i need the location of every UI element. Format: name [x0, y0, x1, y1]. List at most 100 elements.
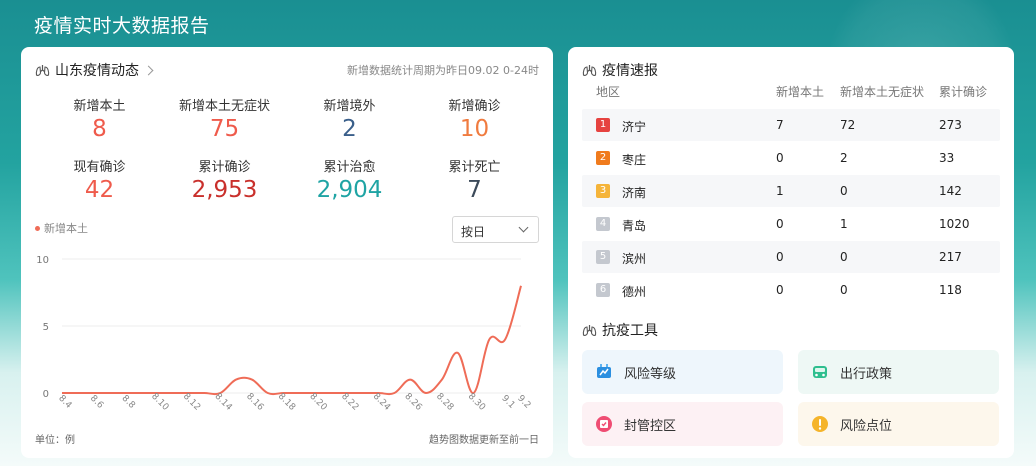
stat-new-asymptomatic: 新增本土无症状 75	[162, 95, 287, 142]
x-tick-label: 8.12	[181, 392, 202, 413]
legend-dot	[35, 225, 40, 231]
stat-label: 新增确诊	[448, 99, 501, 114]
region-cell: 济宁	[622, 120, 647, 134]
region-cell: 济南	[622, 186, 647, 200]
stat-value: 42	[84, 177, 115, 203]
x-tick-label: 8.16	[244, 392, 265, 413]
table-row[interactable]: 5 滨州 0 0 217	[582, 241, 1000, 273]
stat-new-confirmed: 新增确诊 10	[412, 95, 537, 142]
tool-risk-level-button[interactable]: 风险等级	[582, 350, 783, 394]
x-tick-label: 8.28	[434, 392, 455, 413]
chevron-right-icon	[143, 65, 154, 75]
tools-title: 抗疫工具	[602, 323, 658, 339]
series-line-新增本土	[62, 285, 522, 396]
region-cell: 滨州	[622, 252, 647, 266]
travel-car-icon	[813, 366, 827, 378]
x-tick-label: 8.18	[276, 392, 297, 413]
header-new-local: 新增本土	[776, 85, 825, 99]
chevron-down-icon	[518, 222, 529, 233]
stat-total-cured: 累计治愈 2,904	[287, 156, 412, 203]
x-tick-label: 8.26	[402, 392, 423, 413]
stat-new-local: 新增本土 8	[37, 95, 162, 142]
rank-badge: 2	[596, 151, 610, 165]
x-tick-label: 8.30	[466, 392, 487, 413]
table-row[interactable]: 3 济南 1 0 142	[582, 175, 1000, 207]
table-row[interactable]: 2 枣庄 0 2 33	[582, 142, 1000, 174]
rank-badge: 3	[596, 184, 610, 198]
stat-label: 累计确诊	[198, 160, 251, 175]
table-row[interactable]: 6 德州 0 0 118	[582, 274, 1000, 306]
asymptomatic-cell: 1	[840, 217, 848, 231]
stat-value: 7	[467, 177, 482, 203]
table-row[interactable]: 1 济宁 7 72 273	[582, 109, 1000, 141]
stat-total-deaths: 累计死亡 7	[412, 156, 537, 203]
asymptomatic-cell: 0	[840, 250, 848, 264]
unit-note: 单位：例	[35, 435, 75, 446]
stat-new-imported: 新增境外 2	[287, 95, 412, 142]
total-cell: 118	[939, 283, 962, 297]
rank-badge: 5	[596, 250, 610, 264]
period-note: 新增数据统计周期为昨日09.02 0-24时	[347, 64, 539, 77]
header-new-asymptomatic: 新增本土无症状	[840, 85, 925, 99]
x-tick-label: 8.8	[120, 394, 137, 411]
overview-card: 山东疫情动态 新增数据统计周期为昨日09.02 0-24时 新增本土 8 新增本…	[21, 47, 553, 458]
x-tick-label: 8.22	[339, 392, 360, 413]
table-row[interactable]: 4 青岛 0 1 1020	[582, 208, 1000, 240]
table-header: 地区 新增本土 新增本土无症状 累计确诊	[582, 83, 1000, 99]
stat-label: 累计治愈	[323, 160, 376, 175]
overview-title: 山东疫情动态	[55, 63, 139, 79]
tool-label: 封管控区	[624, 418, 677, 434]
risk-point-icon	[812, 416, 828, 432]
overview-header[interactable]: 山东疫情动态	[35, 60, 154, 80]
total-cell: 217	[939, 250, 962, 264]
rank-badge: 4	[596, 217, 610, 231]
tool-risk-point-button[interactable]: 风险点位	[798, 402, 999, 446]
stat-value: 8	[92, 116, 107, 142]
stat-label: 新增境外	[323, 99, 376, 114]
lung-icon	[582, 64, 597, 76]
x-tick-label: 9.1	[499, 394, 516, 411]
stat-total-confirmed: 累计确诊 2,953	[162, 156, 287, 203]
y-tick-label: 0	[43, 389, 49, 400]
stat-label: 新增本土	[73, 99, 126, 114]
trend-line-chart: 0 5 10 8.4 8.6 8.8 8.10 8.12 8.14 8.16 8.18 8.20 8.2…	[36, 255, 532, 413]
x-tick-label: 8.10	[149, 392, 170, 413]
tool-label: 风险点位	[840, 418, 893, 434]
new-local-cell: 0	[776, 151, 784, 165]
stat-value: 75	[209, 116, 240, 142]
lung-icon	[35, 64, 50, 76]
period-select[interactable]: 按日	[452, 216, 539, 243]
asymptomatic-cell: 0	[840, 283, 848, 297]
new-local-cell: 1	[776, 184, 784, 198]
total-cell: 33	[939, 151, 955, 165]
lockdown-zone-icon	[596, 416, 612, 432]
tool-label: 出行政策	[840, 366, 893, 382]
lung-icon	[582, 324, 597, 336]
tool-travel-policy-button[interactable]: 出行政策	[798, 350, 999, 394]
new-local-cell: 0	[776, 217, 784, 231]
region-cell: 枣庄	[622, 153, 647, 167]
chart-legend: 新增本土	[35, 220, 88, 236]
x-tick-label: 8.20	[307, 392, 328, 413]
page-title: 疫情实时大数据报告	[34, 15, 210, 37]
total-cell: 273	[939, 118, 962, 132]
risk-level-icon	[597, 364, 611, 378]
stat-value: 2	[342, 116, 357, 142]
tools-header: 抗疫工具	[582, 320, 658, 340]
stat-label: 累计死亡	[448, 160, 501, 175]
y-tick-label: 5	[43, 322, 49, 333]
stat-label: 新增本土无症状	[178, 99, 270, 114]
header-region: 地区	[596, 85, 621, 99]
asymptomatic-cell: 2	[840, 151, 848, 165]
stat-value: 10	[459, 116, 490, 142]
stat-value: 2,904	[316, 177, 383, 203]
rank-badge: 6	[596, 283, 610, 297]
x-tick-label: 8.14	[212, 392, 233, 413]
total-cell: 1020	[939, 217, 970, 231]
rank-badge: 1	[596, 118, 610, 132]
period-select-value: 按日	[461, 225, 486, 239]
tool-label: 风险等级	[624, 366, 677, 382]
legend-label: 新增本土	[44, 222, 88, 235]
tool-lockdown-zone-button[interactable]: 封管控区	[582, 402, 783, 446]
x-tick-label: 8.6	[88, 394, 105, 411]
